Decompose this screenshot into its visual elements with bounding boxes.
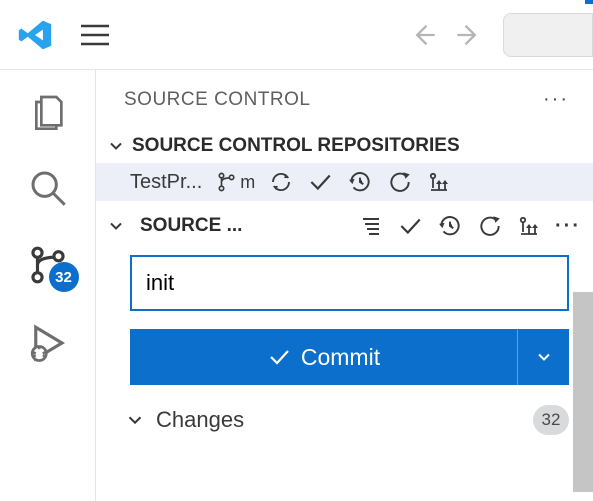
shelve-icon[interactable] bbox=[517, 214, 541, 238]
commit-dropdown-button[interactable] bbox=[517, 329, 569, 385]
history-icon[interactable] bbox=[347, 169, 373, 195]
activity-bar: 32 bbox=[0, 70, 95, 501]
more-icon[interactable]: ··· bbox=[555, 215, 581, 238]
check-icon[interactable] bbox=[397, 213, 423, 239]
chevron-down-icon bbox=[106, 216, 126, 236]
tree-view-icon[interactable] bbox=[359, 214, 383, 238]
repos-section-label: SOURCE CONTROL REPOSITORIES bbox=[132, 135, 460, 157]
history-icon[interactable] bbox=[437, 213, 463, 239]
sync-icon[interactable] bbox=[269, 170, 293, 194]
repo-row[interactable]: TestPr... m bbox=[96, 163, 593, 201]
commit-button-label: Commit bbox=[301, 344, 380, 371]
refresh-icon[interactable] bbox=[477, 213, 503, 239]
chevron-down-icon bbox=[106, 136, 126, 156]
repo-name: TestPr... bbox=[130, 171, 202, 194]
scm-badge: 32 bbox=[49, 262, 79, 292]
vscode-logo bbox=[0, 17, 70, 53]
shelve-icon[interactable] bbox=[427, 170, 451, 194]
nav-back-icon[interactable] bbox=[409, 21, 437, 49]
run-debug-tab[interactable] bbox=[27, 322, 69, 364]
source-control-panel: SOURCE CONTROL ··· SOURCE CONTROL REPOSI… bbox=[95, 70, 593, 501]
commit-button[interactable]: Commit bbox=[130, 329, 517, 385]
source-control-section-label: SOURCE ... bbox=[140, 215, 242, 237]
chevron-down-icon bbox=[124, 409, 146, 431]
panel-more-icon[interactable]: ··· bbox=[543, 88, 569, 111]
explorer-tab[interactable] bbox=[28, 92, 68, 132]
title-bar bbox=[0, 0, 593, 70]
command-center[interactable] bbox=[503, 13, 593, 57]
commit-message-input[interactable] bbox=[130, 255, 569, 311]
changes-count-badge: 32 bbox=[533, 405, 569, 435]
source-control-tab[interactable]: 32 bbox=[27, 244, 69, 286]
panel-title: SOURCE CONTROL bbox=[124, 89, 310, 111]
search-tab[interactable] bbox=[28, 168, 68, 208]
check-icon[interactable] bbox=[307, 169, 333, 195]
changes-label: Changes bbox=[156, 407, 244, 433]
nav-forward-icon[interactable] bbox=[455, 21, 483, 49]
accent-strip bbox=[585, 0, 593, 4]
refresh-icon[interactable] bbox=[387, 169, 413, 195]
menu-button[interactable] bbox=[70, 24, 120, 46]
source-control-section-header[interactable]: SOURCE ... ··· bbox=[96, 201, 593, 245]
branch-icon[interactable]: m bbox=[216, 171, 255, 193]
repos-section-header[interactable]: SOURCE CONTROL REPOSITORIES bbox=[96, 129, 593, 163]
scrollbar-thumb[interactable] bbox=[573, 292, 593, 492]
changes-section-header[interactable]: Changes 32 bbox=[96, 385, 593, 435]
